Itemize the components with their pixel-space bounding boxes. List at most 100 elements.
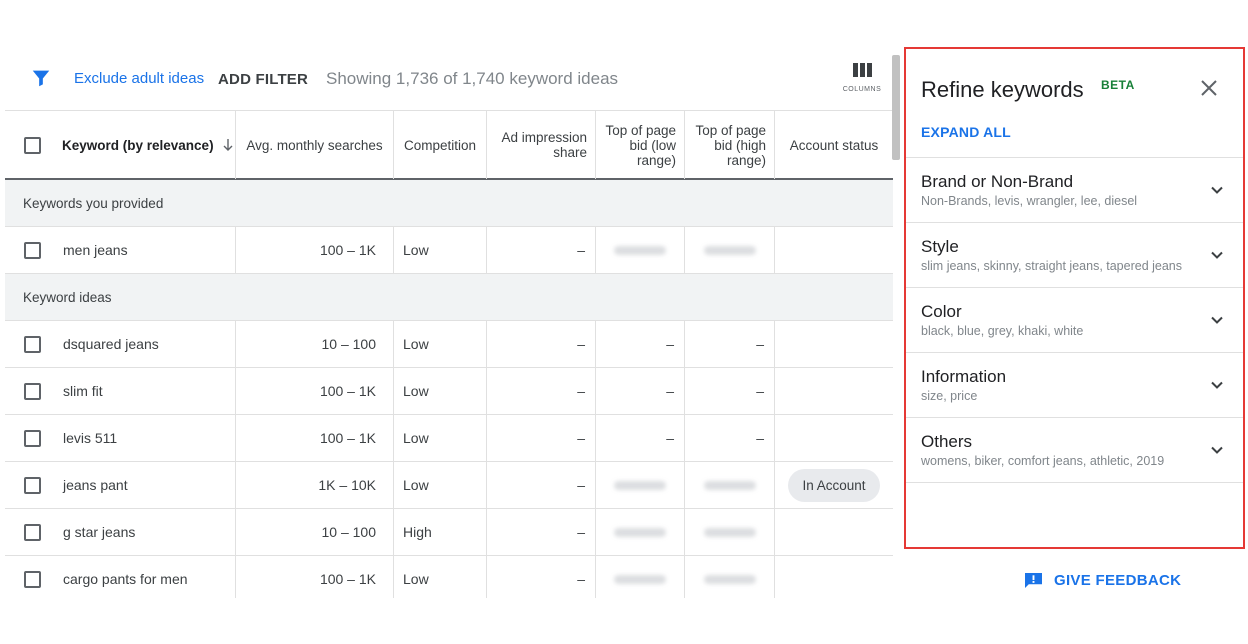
competition-cell: Low xyxy=(394,227,487,273)
chevron-down-icon[interactable] xyxy=(1209,312,1225,328)
section-subtitle: black, blue, grey, khaki, white xyxy=(921,324,1084,338)
keyword-cell: jeans pant xyxy=(63,477,128,493)
section-subtitle: womens, biker, comfort jeans, athletic, … xyxy=(921,454,1165,468)
refine-section-style[interactable]: Style slim jeans, skinny, straight jeans… xyxy=(906,222,1243,287)
row-checkbox[interactable] xyxy=(24,335,41,353)
chevron-down-icon[interactable] xyxy=(1209,182,1225,198)
exclude-adult-ideas-link[interactable]: Exclude adult ideas xyxy=(74,70,204,87)
bid-low-cell xyxy=(596,509,685,555)
header-bid-high[interactable]: Top of page bid (high range) xyxy=(685,111,775,179)
chevron-down-icon[interactable] xyxy=(1209,377,1225,393)
impression-cell: – xyxy=(487,227,596,273)
toolbar: Exclude adult ideas ADD FILTER Showing 1… xyxy=(0,55,895,105)
chevron-down-icon[interactable] xyxy=(1209,247,1225,263)
refine-section-information[interactable]: Information size, price xyxy=(906,352,1243,417)
section-title: Style xyxy=(921,237,959,256)
bid-high-cell xyxy=(685,509,775,555)
competition-cell: Low xyxy=(394,415,487,461)
searches-cell: 100 – 1K xyxy=(236,368,394,414)
columns-button[interactable]: COLUMNS xyxy=(836,61,888,101)
bid-low-cell: – xyxy=(596,368,685,414)
keyword-cell: slim fit xyxy=(63,383,103,399)
add-filter-button[interactable]: ADD FILTER xyxy=(218,71,308,88)
group-header-provided: Keywords you provided xyxy=(5,180,893,227)
row-checkbox[interactable] xyxy=(24,382,41,400)
keyword-cell: g star jeans xyxy=(63,524,136,540)
header-account-status[interactable]: Account status xyxy=(775,111,893,179)
searches-cell: 10 – 100 xyxy=(236,321,394,367)
table-row[interactable]: cargo pants for men 100 – 1K Low – xyxy=(5,556,893,598)
searches-cell: 10 – 100 xyxy=(236,509,394,555)
bid-low-cell xyxy=(596,556,685,598)
section-subtitle: Non-Brands, levis, wrangler, lee, diesel xyxy=(921,194,1138,208)
bid-low-cell: – xyxy=(596,415,685,461)
bid-high-cell xyxy=(685,227,775,273)
status-cell xyxy=(775,509,893,555)
row-checkbox[interactable] xyxy=(24,570,41,588)
select-all-checkbox[interactable] xyxy=(24,136,41,154)
blurred-value xyxy=(703,245,756,255)
chevron-down-icon[interactable] xyxy=(1209,442,1225,458)
give-feedback-button[interactable]: GIVE FEEDBACK xyxy=(1024,569,1181,591)
table-row[interactable]: men jeans 100 – 1K Low – xyxy=(5,227,893,274)
section-subtitle: slim jeans, skinny, straight jeans, tape… xyxy=(921,259,1183,273)
impression-cell: – xyxy=(487,556,596,598)
table-header-row: Keyword (by relevance) Avg. monthly sear… xyxy=(5,110,893,180)
status-cell xyxy=(775,556,893,598)
close-icon[interactable] xyxy=(1198,77,1220,99)
competition-cell: Low xyxy=(394,556,487,598)
blurred-value xyxy=(614,480,666,490)
header-competition[interactable]: Competition xyxy=(394,111,487,179)
blurred-value xyxy=(614,574,666,584)
row-checkbox[interactable] xyxy=(24,241,41,259)
header-searches[interactable]: Avg. monthly searches xyxy=(236,111,394,179)
filter-icon[interactable] xyxy=(30,67,52,89)
searches-cell: 1K – 10K xyxy=(236,462,394,508)
searches-cell: 100 – 1K xyxy=(236,556,394,598)
refine-section-brand[interactable]: Brand or Non-Brand Non-Brands, levis, wr… xyxy=(906,157,1243,222)
row-checkbox[interactable] xyxy=(24,429,41,447)
table-row[interactable]: g star jeans 10 – 100 High – xyxy=(5,509,893,556)
blurred-value xyxy=(703,574,756,584)
beta-badge: BETA xyxy=(1101,78,1135,92)
columns-icon xyxy=(836,63,888,77)
table-scrollbar[interactable] xyxy=(892,55,900,160)
header-keyword[interactable]: Keyword (by relevance) xyxy=(5,111,236,179)
section-title: Brand or Non-Brand xyxy=(921,172,1074,191)
keyword-cell: levis 511 xyxy=(63,430,118,446)
status-cell xyxy=(775,227,893,273)
table-row[interactable]: levis 511 100 – 1K Low – – – xyxy=(5,415,893,462)
group-header-ideas: Keyword ideas xyxy=(5,274,893,321)
competition-cell: Low xyxy=(394,321,487,367)
expand-all-button[interactable]: EXPAND ALL xyxy=(921,124,1011,140)
bid-high-cell xyxy=(685,556,775,598)
row-checkbox[interactable] xyxy=(24,476,41,494)
feedback-icon xyxy=(1025,572,1042,588)
status-cell xyxy=(775,415,893,461)
competition-cell: Low xyxy=(394,462,487,508)
section-title: Color xyxy=(921,302,962,321)
header-impression-share[interactable]: Ad impression share xyxy=(487,111,596,179)
status-cell xyxy=(775,321,893,367)
header-bid-low[interactable]: Top of page bid (low range) xyxy=(596,111,685,179)
table-row[interactable]: dsquared jeans 10 – 100 Low – – – xyxy=(5,321,893,368)
impression-cell: – xyxy=(487,462,596,508)
impression-cell: – xyxy=(487,509,596,555)
section-subtitle: size, price xyxy=(921,389,978,403)
sort-arrow-down-icon xyxy=(223,139,233,151)
refine-section-color[interactable]: Color black, blue, grey, khaki, white xyxy=(906,287,1243,352)
searches-cell: 100 – 1K xyxy=(236,415,394,461)
keyword-cell: cargo pants for men xyxy=(63,571,188,587)
keyword-table: Keyword (by relevance) Avg. monthly sear… xyxy=(5,110,893,598)
in-account-badge[interactable]: In Account xyxy=(788,468,880,502)
status-cell xyxy=(775,368,893,414)
table-row[interactable]: slim fit 100 – 1K Low – – – xyxy=(5,368,893,415)
row-checkbox[interactable] xyxy=(24,523,41,541)
columns-label: COLUMNS xyxy=(842,86,882,93)
refine-section-others[interactable]: Others womens, biker, comfort jeans, ath… xyxy=(906,417,1243,482)
bid-high-cell: – xyxy=(685,321,775,367)
section-title: Information xyxy=(921,367,1007,386)
table-row[interactable]: jeans pant 1K – 10K Low – In Account xyxy=(5,462,893,509)
header-keyword-label: Keyword (by relevance) xyxy=(62,137,214,153)
section-title: Others xyxy=(921,432,973,451)
